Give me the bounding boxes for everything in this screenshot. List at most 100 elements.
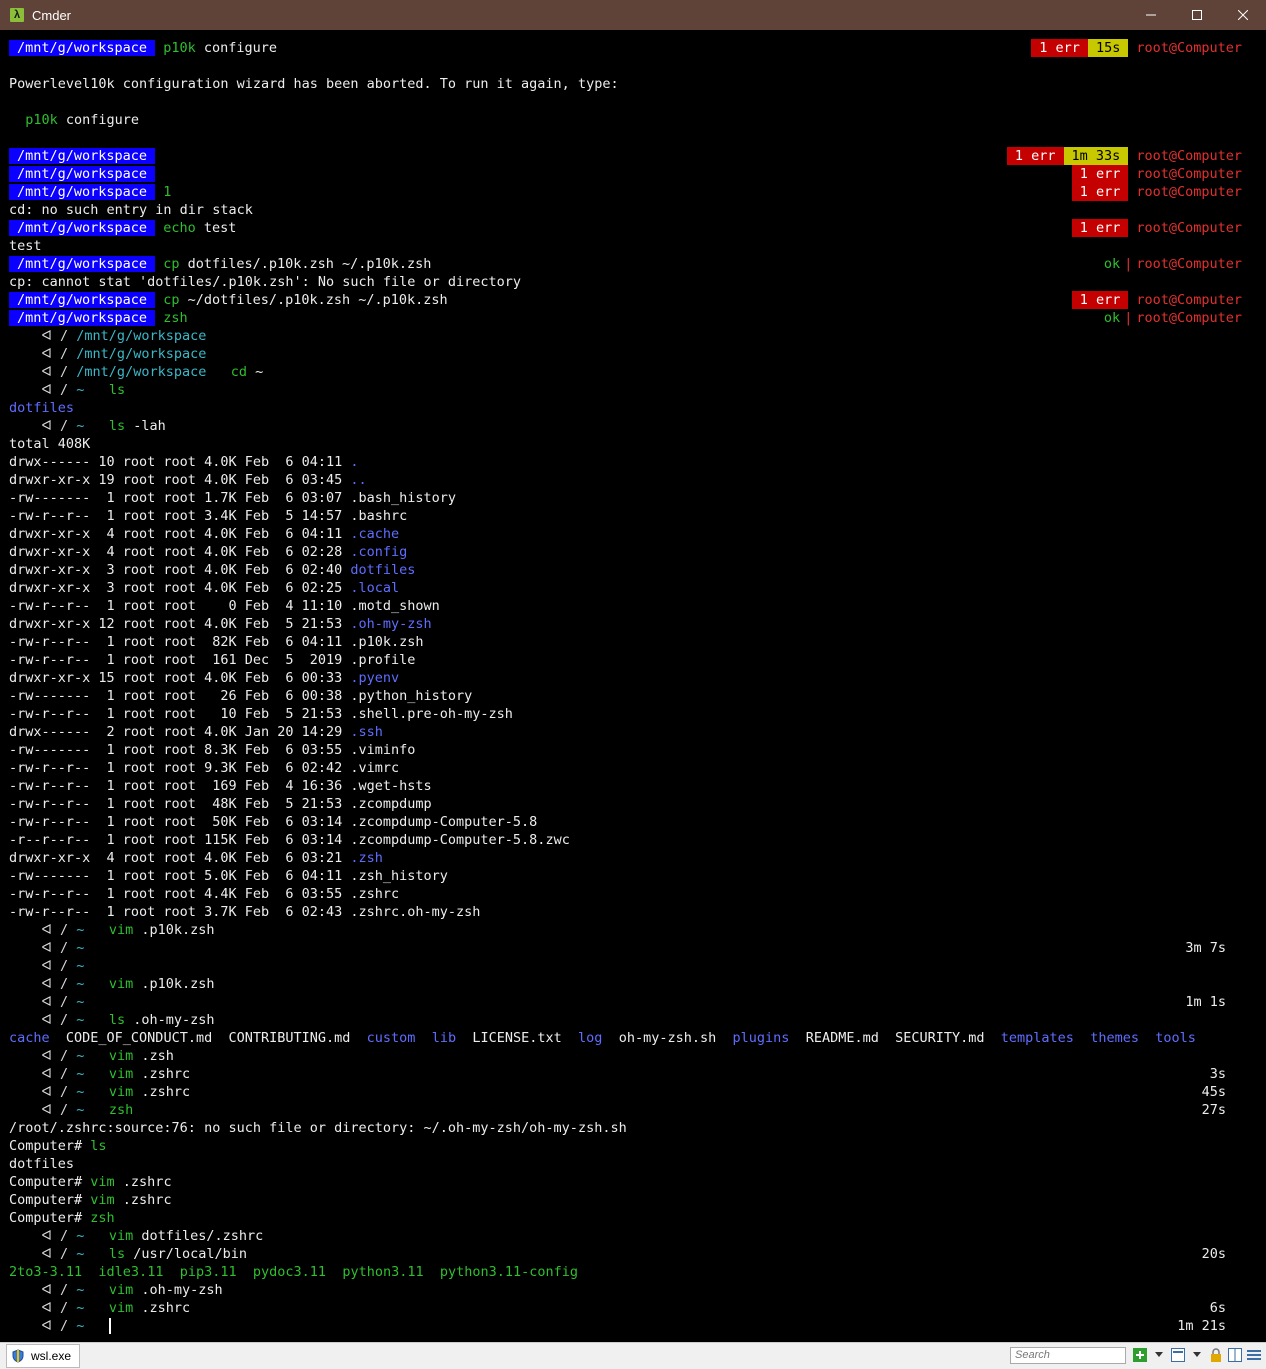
listing-row: drwx------ 10 root root 4.0K Feb 6 04:11… [9,453,359,471]
command: ls [108,382,126,398]
directory-name: tools [1155,1030,1196,1046]
separator: / [51,382,77,398]
listing-row: -rw------- 1 root root 26 Feb 6 00:38 .p… [9,687,472,705]
command: ls [90,1138,107,1154]
file-meta: drwxr-xr-x 15 root root 4.0K Feb 6 00:33 [9,670,351,686]
separator: / [51,328,77,344]
output-line: Computer# vim .zshrc [9,1173,172,1191]
terminal-output[interactable]: /mnt/g/workspace p10k configure 1 err 15s… [0,30,1266,1342]
executable-name: pip3.11 [179,1264,237,1280]
command-arg: .oh-my-zsh [125,1012,215,1028]
error-segment: 1 err [1006,147,1064,165]
separator: / [51,1048,77,1064]
command: vim [108,1228,134,1244]
prompt-line: /mnt/g/workspace [9,165,156,183]
listing-row: drwxr-xr-x 4 root root 4.0K Feb 6 02:28 … [9,543,407,561]
directory-name: dotfiles [350,562,416,578]
prompt-arrow-icon: ᐊ [9,958,52,974]
lock-icon[interactable] [1208,1347,1224,1363]
listing-row: drwxr-xr-x 15 root root 4.0K Feb 6 00:33… [9,669,399,687]
command-arg: ~ [247,364,264,380]
error-segment: 1 err [1071,291,1129,309]
window-title: Cmder [32,7,72,23]
directory-name: .ssh [350,724,383,740]
listing-row: drwxr-xr-x 12 root root 4.0K Feb 5 21:53… [9,615,432,633]
file-name: SECURITY.md [895,1030,985,1046]
path: ~ [76,418,85,434]
listing-row: -rw-r--r-- 1 root root 10 Feb 5 21:53 .s… [9,705,513,723]
user-segment: root@Computer [1136,184,1242,200]
separator: / [51,1246,77,1262]
maximize-button[interactable] [1174,0,1220,30]
listing-row: drwxr-xr-x 3 root root 4.0K Feb 6 02:40 … [9,561,415,579]
prompt-arrow-icon: ᐊ [9,976,52,992]
separator: / [51,418,77,434]
file-name: README.md [805,1030,879,1046]
file-name: .python_history [350,688,473,704]
duration-label: 20s [1202,1245,1226,1263]
executable-name: python3.11 [342,1264,424,1280]
directory-name: .pyenv [350,670,400,686]
user-segment: root@Computer [1136,256,1242,272]
directory-name: themes [1090,1030,1139,1046]
prompt-arrow-icon: ᐊ [9,922,52,938]
directory-name: templates [1000,1030,1074,1046]
file-meta: -rw-r--r-- 1 root root 9.3K Feb 6 02:42 [9,760,351,776]
title-bar[interactable]: λ Cmder [0,0,1266,30]
pwd-segment: /mnt/g/workspace [9,148,156,164]
path: ~ [76,382,85,398]
pwd-segment: /mnt/g/workspace [9,40,156,56]
error-segment: 1 err [1071,165,1129,183]
file-meta: -rw-r--r-- 1 root root 82K Feb 6 04:11 [9,634,351,650]
directory-name: . [350,454,359,470]
duration-segment: 1m 33s [1063,147,1129,165]
prompt-line: ᐊ / ~ ls -lah [9,417,166,435]
command-arg: .p10k.zsh [133,922,215,938]
output-line: p10k configure [9,111,139,129]
command: vim [90,1174,115,1190]
separator: / [51,922,77,938]
search-input[interactable]: Search [1010,1347,1126,1364]
command: p10k [25,112,58,128]
command: zsh [163,310,188,326]
split-icon[interactable] [1227,1347,1243,1363]
close-button[interactable] [1220,0,1266,30]
file-name: .zcompdump-Computer-5.8 [350,814,538,830]
menu-icon[interactable] [1246,1347,1262,1363]
listing-row: -rw------- 1 root root 5.0K Feb 6 04:11 … [9,867,448,885]
prompt-arrow-icon: ᐊ [9,346,52,362]
duration: 1m 1s [1185,994,1226,1010]
minimize-button[interactable] [1128,0,1174,30]
file-meta: drwxr-xr-x 4 root root 4.0K Feb 6 02:28 [9,544,351,560]
user-segment: root@Computer [1136,40,1242,56]
chevron-down-icon[interactable] [1189,1347,1205,1363]
directory-name: .config [350,544,408,560]
pwd-segment: /mnt/g/workspace [9,220,156,236]
separator: / [51,976,77,992]
listing-row: -rw-r--r-- 1 root root 50K Feb 6 03:14 .… [9,813,537,831]
add-console-icon[interactable] [1132,1347,1148,1363]
user-segment: root@Computer [1136,310,1242,326]
command-arg: ~/dotfiles/.p10k.zsh ~/.p10k.zsh [179,292,448,308]
directory-name: .oh-my-zsh [350,616,432,632]
minimize-icon [1146,14,1156,16]
layout-icon[interactable] [1170,1347,1186,1363]
chevron-down-icon[interactable] [1151,1347,1167,1363]
listing-row: -rw-r--r-- 1 root root 82K Feb 6 04:11 .… [9,633,424,651]
separator: / [51,1084,77,1100]
listing-row: -r--r--r-- 1 root root 115K Feb 6 03:14 … [9,831,570,849]
command-arg: .p10k.zsh [133,976,215,992]
prompt-arrow-icon: ᐊ [9,328,52,344]
console-tab[interactable]: wsl.exe [6,1344,81,1368]
listing-row: -rw-r--r-- 1 root root 161 Dec 5 2019 .p… [9,651,415,669]
plain-prompt: Computer# [9,1174,91,1190]
user-segment: root@Computer [1136,148,1242,164]
prompt-arrow-icon: ᐊ [9,1102,52,1118]
